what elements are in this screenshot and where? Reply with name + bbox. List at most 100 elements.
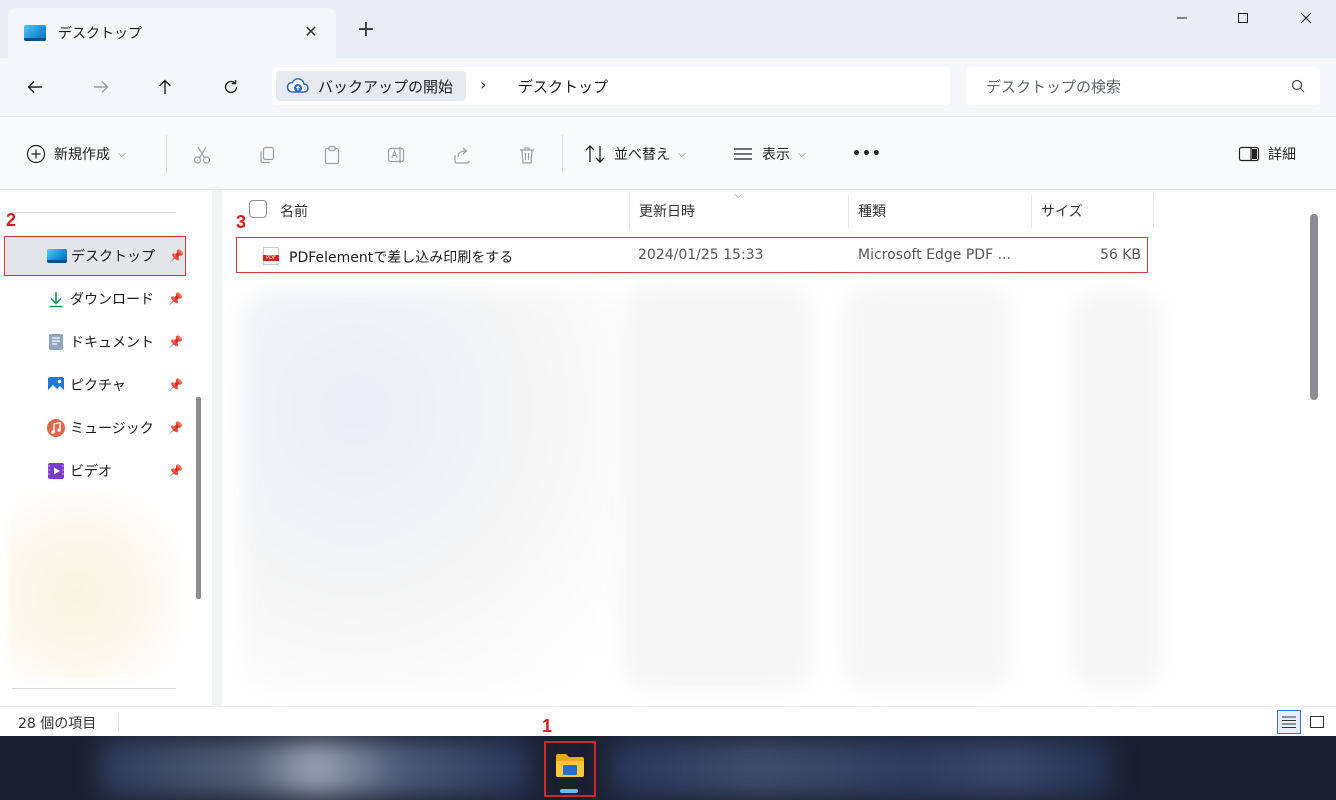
file-explorer-taskbar-button[interactable]	[544, 741, 596, 797]
command-bar: 新規作成 ⌵ 並べ替え ⌵ 表示 ⌵ ••• 詳細	[0, 116, 1336, 190]
pin-icon[interactable]: 📌	[168, 464, 183, 478]
sidebar-item-desktop[interactable]: デスクトップ 📌	[4, 236, 186, 276]
navigation-pane: デスクトップ 📌 ダウンロード 📌 ドキュメント 📌 ピクチャ 📌 ミュージック…	[0, 190, 212, 706]
tab-desktop[interactable]: デスクトップ ✕	[8, 8, 336, 58]
breadcrumb-root[interactable]: バックアップの開始	[276, 71, 466, 101]
sidebar-item-label: ピクチャ	[70, 378, 126, 394]
status-bar: 28 個の項目	[0, 706, 1336, 736]
up-button[interactable]	[148, 70, 182, 104]
search-box[interactable]: デスクトップの検索	[966, 67, 1320, 105]
chevron-down-icon: ⌵	[118, 148, 126, 160]
sidebar-item-label: ドキュメント	[70, 335, 154, 351]
rename-button[interactable]	[383, 141, 411, 169]
details-view-button[interactable]	[1277, 710, 1301, 734]
copy-button[interactable]	[253, 141, 281, 169]
paste-button[interactable]	[318, 141, 346, 169]
sidebar-item-label: ダウンロード	[70, 292, 154, 308]
toolbar-divider	[562, 135, 563, 173]
new-button-label: 新規作成	[54, 147, 110, 163]
pin-icon[interactable]: 📌	[169, 249, 184, 263]
details-pane-icon	[1238, 146, 1260, 162]
video-icon	[46, 461, 66, 481]
sidebar-item-videos[interactable]: ビデオ 📌	[4, 451, 186, 491]
sort-button[interactable]: 並べ替え ⌵	[584, 139, 686, 169]
pin-icon[interactable]: 📌	[168, 421, 183, 435]
details-pane-button[interactable]: 詳細	[1238, 139, 1296, 169]
copy-icon	[260, 146, 275, 164]
refresh-button[interactable]	[214, 70, 248, 104]
nav-scrollbar[interactable]	[196, 397, 201, 599]
pin-icon[interactable]: 📌	[168, 335, 183, 349]
table-row[interactable]: PDFelementで差し込み印刷をする 2024/01/25 15:33 Mi…	[236, 237, 1148, 273]
up-arrow-icon	[159, 79, 171, 94]
sidebar-item-label: ミュージック	[70, 421, 154, 437]
sidebar-item-downloads[interactable]: ダウンロード 📌	[4, 279, 186, 319]
tab-title: デスクトップ	[58, 26, 142, 42]
title-bar: デスクトップ ✕ +	[0, 0, 1336, 58]
breadcrumb-separator[interactable]: ›	[480, 75, 486, 94]
column-divider[interactable]	[629, 194, 630, 228]
column-divider[interactable]	[1031, 194, 1032, 228]
tiles-view-icon	[1310, 716, 1324, 728]
sidebar-item-label: デスクトップ	[71, 249, 155, 265]
sidebar-item-music[interactable]: ミュージック 📌	[4, 408, 186, 448]
share-button[interactable]	[448, 141, 476, 169]
desktop-icon	[47, 246, 67, 266]
forward-button[interactable]	[84, 70, 118, 104]
search-icon	[1291, 79, 1305, 93]
details-pane-label: 詳細	[1268, 147, 1296, 163]
cut-button[interactable]	[188, 141, 216, 169]
sidebar-item-pictures[interactable]: ピクチャ 📌	[4, 365, 186, 405]
new-tab-button[interactable]: +	[352, 17, 380, 45]
file-type: Microsoft Edge PDF ...	[858, 247, 1011, 263]
blurred-taskbar-left	[100, 740, 530, 796]
back-button[interactable]	[18, 70, 52, 104]
details-view-icon	[1282, 716, 1296, 728]
view-button[interactable]: 表示 ⌵	[732, 139, 806, 169]
large-icons-view-button[interactable]	[1305, 710, 1329, 734]
column-header-name[interactable]: 名前	[280, 190, 308, 232]
desktop-icon	[24, 25, 46, 41]
breadcrumb-current[interactable]: デスクトップ	[518, 76, 608, 97]
blurred-type-column	[842, 285, 1012, 690]
delete-button[interactable]	[513, 141, 541, 169]
file-name: PDFelementで差し込み印刷をする	[289, 250, 514, 266]
column-header-size[interactable]: サイズ	[1041, 190, 1083, 232]
new-button[interactable]: 新規作成 ⌵	[26, 139, 126, 169]
nav-divider	[12, 212, 176, 213]
sidebar-item-documents[interactable]: ドキュメント 📌	[4, 322, 186, 362]
column-divider[interactable]	[848, 194, 849, 228]
file-list-scrollbar[interactable]	[1310, 214, 1318, 400]
pane-splitter[interactable]	[212, 190, 222, 706]
close-window-button[interactable]	[1276, 0, 1336, 36]
close-tab-icon[interactable]: ✕	[300, 21, 322, 43]
column-divider[interactable]	[1153, 194, 1154, 228]
column-header-modified[interactable]: 更新日時	[639, 190, 695, 232]
blurred-taskbar-right	[610, 740, 1110, 796]
address-bar[interactable]: バックアップの開始 › デスクトップ	[272, 67, 950, 105]
callout-number: 1	[542, 716, 553, 736]
blurred-nav-content	[8, 490, 184, 680]
running-indicator	[560, 789, 578, 793]
file-modified: 2024/01/25 15:33	[638, 247, 764, 263]
back-arrow-icon	[27, 81, 42, 93]
clipboard-icon	[324, 145, 340, 165]
minimize-button[interactable]	[1152, 0, 1212, 36]
callout-number: 3	[236, 212, 247, 232]
select-all-checkbox[interactable]	[249, 200, 267, 218]
pin-icon[interactable]: 📌	[168, 378, 183, 392]
add-circle-icon	[26, 144, 46, 164]
pin-icon[interactable]: 📌	[168, 292, 183, 306]
more-options-button[interactable]: •••	[852, 139, 882, 169]
blurred-file-rows	[242, 290, 622, 690]
sort-button-label: 並べ替え	[614, 147, 670, 163]
scissors-icon	[193, 146, 211, 164]
search-input[interactable]: デスクトップの検索	[986, 76, 1121, 97]
folder-icon	[554, 751, 586, 779]
view-lines-icon	[734, 148, 752, 160]
picture-icon	[46, 375, 66, 395]
address-row: バックアップの開始 › デスクトップ デスクトップの検索	[0, 58, 1336, 116]
column-header-type[interactable]: 種類	[858, 190, 886, 232]
maximize-button[interactable]	[1213, 0, 1273, 36]
chevron-down-icon: ⌵	[678, 148, 686, 160]
